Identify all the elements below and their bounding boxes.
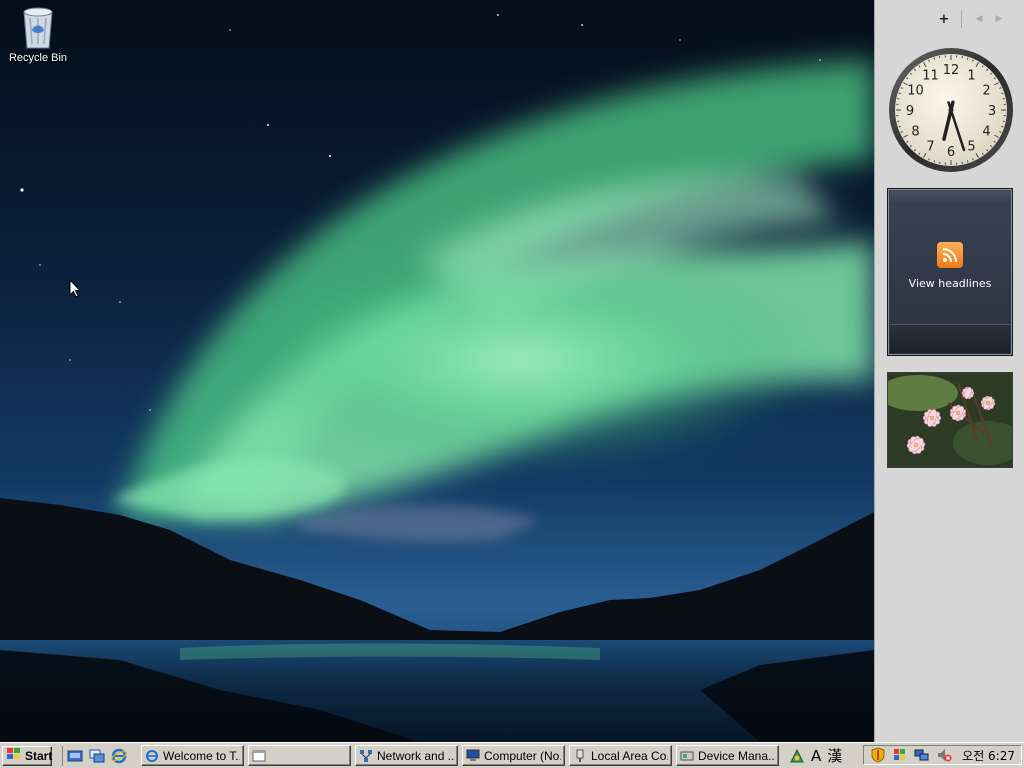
input-method-icon[interactable] (789, 748, 805, 764)
task-welcome[interactable]: Welcome to T... (141, 745, 244, 766)
desktop-wallpaper (0, 0, 874, 742)
clock-numeral: 11 (922, 68, 939, 83)
start-label: Start (25, 748, 53, 763)
recycle-bin-label: Recycle Bin (8, 52, 68, 64)
task-computer[interactable]: Computer (No... (462, 745, 565, 766)
window-icon (252, 749, 266, 763)
switch-windows-icon[interactable] (89, 748, 105, 764)
device-manager-icon (680, 749, 694, 763)
taskbar: Start Welcome to T... Network and ... Co… (0, 742, 1024, 768)
task-label: Network and ... (377, 748, 454, 763)
clock-numeral: 1 (967, 68, 975, 83)
system-tray: 오전 6:27 (863, 745, 1022, 765)
clock-tick (1001, 92, 1004, 95)
task-untitled-window[interactable] (248, 745, 351, 766)
clock-tick (933, 57, 936, 60)
clock-time[interactable]: 오전 6:27 (962, 747, 1015, 764)
clock-gadget[interactable]: 12 1 2 3 4 5 6 7 8 9 10 11 (887, 46, 1015, 174)
slideshow-gadget[interactable] (887, 372, 1013, 468)
mouse-pointer-icon (69, 278, 82, 301)
task-local-area-connection[interactable]: Local Area Co... (569, 745, 672, 766)
clock-numeral: 8 (911, 125, 919, 140)
gadget-footer (890, 324, 1010, 353)
task-label: Welcome to T... (163, 748, 240, 763)
show-desktop-icon[interactable] (67, 748, 83, 764)
taskbar-buttons: Welcome to T... Network and ... Computer… (141, 745, 779, 766)
flower-photo (888, 373, 1012, 467)
security-shield-icon[interactable] (870, 747, 886, 763)
task-label: Local Area Co... (591, 748, 668, 763)
clock-tick (966, 57, 969, 60)
clock-numeral: 9 (906, 104, 914, 119)
next-page-button[interactable]: ▶ (992, 12, 1006, 26)
task-network-and-sharing[interactable]: Network and ... (355, 745, 458, 766)
computer-icon (466, 749, 480, 763)
quick-launch-bar (62, 745, 127, 766)
clock-tick (933, 160, 936, 163)
input-mode-toggle[interactable]: A (811, 747, 821, 765)
recycle-bin-shortcut[interactable]: Recycle Bin (4, 2, 72, 64)
clock-tick (966, 160, 969, 163)
gadget-header (890, 191, 1010, 205)
task-label: Device Mana... (698, 748, 775, 763)
network-status-icon[interactable] (914, 747, 930, 763)
previous-page-button[interactable]: ◀ (972, 12, 986, 26)
windows-logo-icon (6, 747, 22, 764)
clock-numeral: 7 (926, 140, 934, 155)
windows-update-icon[interactable] (892, 747, 908, 763)
language-bar: A 漢 (789, 745, 842, 766)
view-headlines-link[interactable]: View headlines (888, 277, 1012, 290)
recycle-bin-icon (18, 2, 58, 50)
feed-headlines-gadget[interactable]: View headlines (887, 188, 1013, 356)
clock-tick (1001, 125, 1004, 128)
internet-explorer-icon[interactable] (111, 748, 127, 764)
toolbar-divider (961, 10, 962, 28)
clock-numeral: 2 (982, 84, 990, 99)
network-icon (359, 749, 373, 763)
clock-numeral: 10 (907, 84, 924, 99)
task-label: Computer (No... (484, 748, 561, 763)
clock-tick (898, 92, 901, 95)
add-gadget-button[interactable]: + (937, 12, 951, 27)
ie-icon (145, 749, 159, 763)
sidebar: + ◀ ▶ 12 1 2 3 4 5 6 7 8 9 10 11 View he… (874, 0, 1024, 742)
clock-numeral: 6 (947, 145, 955, 160)
clock-numeral: 4 (982, 125, 990, 140)
sidebar-toolbar: + ◀ ▶ (937, 10, 1006, 28)
clock-tick (898, 125, 901, 128)
clock-numeral: 12 (943, 63, 960, 78)
rss-icon (937, 242, 963, 268)
task-device-manager[interactable]: Device Mana... (676, 745, 779, 766)
clock-numeral: 5 (967, 140, 975, 155)
hanja-toggle[interactable]: 漢 (827, 745, 842, 766)
start-button[interactable]: Start (2, 745, 53, 766)
connection-icon (573, 749, 587, 763)
volume-muted-icon[interactable] (936, 747, 952, 763)
clock-numeral: 3 (988, 104, 996, 119)
